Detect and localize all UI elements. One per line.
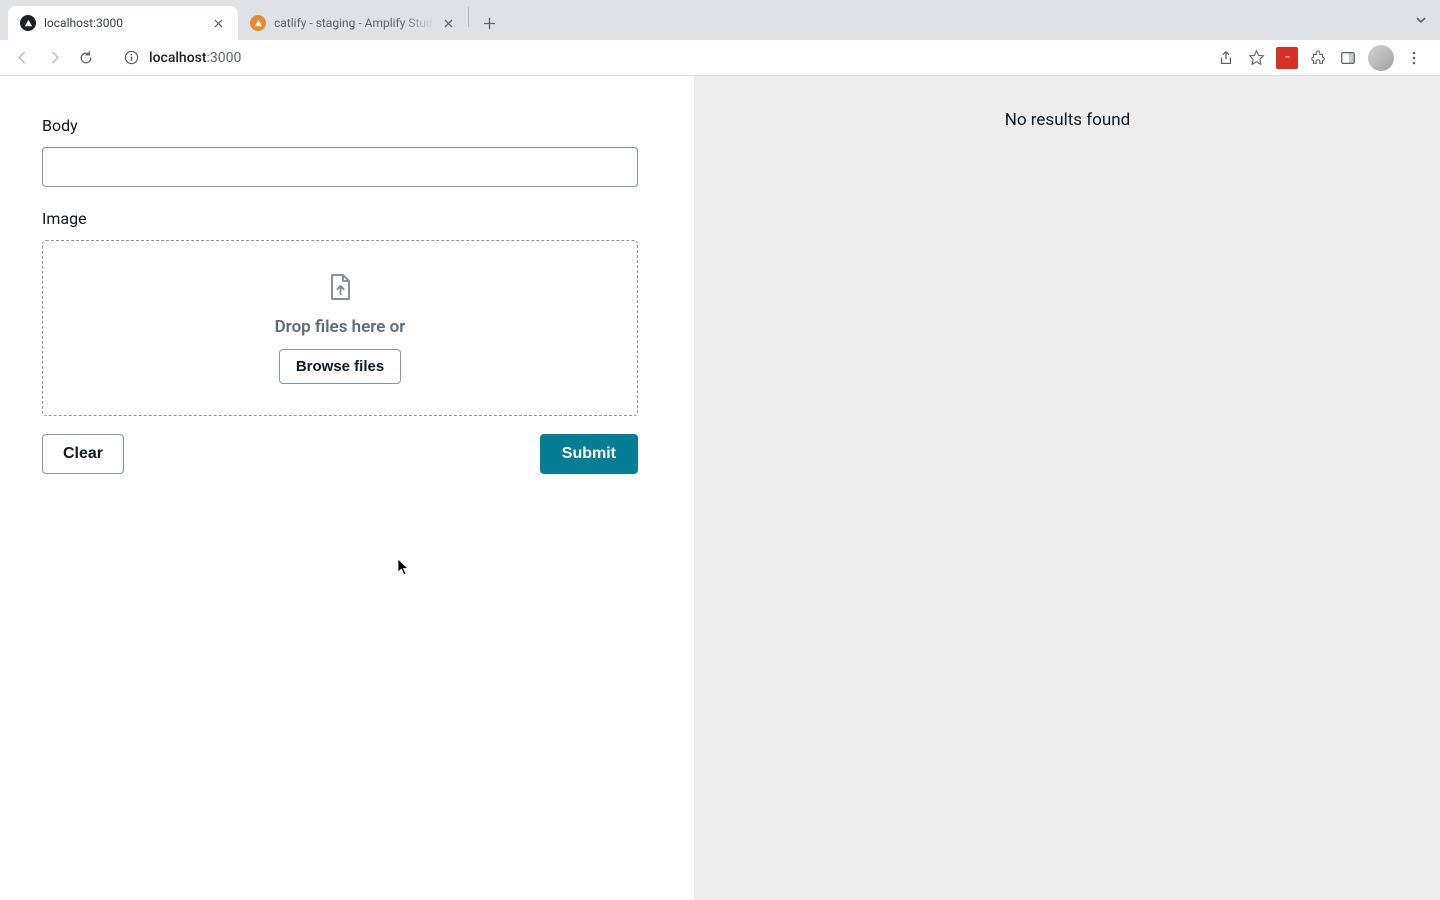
nav-back-button[interactable] xyxy=(8,44,36,72)
file-dropzone[interactable]: Drop files here or Browse files xyxy=(42,240,638,416)
results-pane: No results found xyxy=(695,76,1440,900)
bookmark-star-icon[interactable] xyxy=(1246,48,1266,68)
tab-overflow[interactable] xyxy=(1414,13,1428,27)
tab-title: localhost:3000 xyxy=(44,16,204,30)
submit-button[interactable]: Submit xyxy=(540,434,638,474)
browser-tab-inactive[interactable]: catlify - staging - Amplify Stud xyxy=(238,6,468,40)
site-info-icon[interactable] xyxy=(124,50,139,65)
body-label: Body xyxy=(42,116,652,135)
tab-close-icon[interactable] xyxy=(210,15,226,31)
address-bar[interactable]: localhost:3000 xyxy=(112,44,1204,72)
clear-button[interactable]: Clear xyxy=(42,434,124,474)
image-label: Image xyxy=(42,209,652,228)
nav-forward-button[interactable] xyxy=(40,44,68,72)
extensions-icon[interactable] xyxy=(1308,48,1328,68)
tab-favicon xyxy=(250,15,266,31)
share-icon[interactable] xyxy=(1216,48,1236,68)
form-pane: Body Image Drop files here or Browse fil… xyxy=(0,76,695,900)
dropzone-text: Drop files here or xyxy=(275,317,406,337)
url-host: localhost xyxy=(149,50,207,66)
tab-separator xyxy=(468,7,469,27)
body-input[interactable] xyxy=(42,147,638,187)
extension-red[interactable]: ••• xyxy=(1276,47,1298,69)
page-content: Body Image Drop files here or Browse fil… xyxy=(0,76,1440,900)
url-port: :3000 xyxy=(207,50,242,66)
form-actions: Clear Submit xyxy=(42,434,638,474)
no-results-text: No results found xyxy=(695,110,1440,130)
browser-tab-active[interactable]: localhost:3000 xyxy=(8,6,238,40)
file-upload-icon xyxy=(328,273,352,305)
nav-reload-button[interactable] xyxy=(72,44,100,72)
kebab-menu-icon[interactable] xyxy=(1404,48,1424,68)
chevron-down-icon xyxy=(1414,13,1428,27)
new-tab-button[interactable] xyxy=(475,9,503,37)
tab-favicon xyxy=(20,15,36,31)
toolbar-actions: ••• xyxy=(1216,45,1432,71)
tab-close-icon[interactable] xyxy=(440,15,456,31)
tab-title: catlify - staging - Amplify Stud xyxy=(274,16,434,30)
browser-tab-strip: localhost:3000 catlify - staging - Ampli… xyxy=(0,0,1440,40)
browser-toolbar: localhost:3000 ••• xyxy=(0,40,1440,76)
sidepanel-icon[interactable] xyxy=(1338,48,1358,68)
profile-avatar[interactable] xyxy=(1368,45,1394,71)
browse-files-button[interactable]: Browse files xyxy=(279,349,401,384)
